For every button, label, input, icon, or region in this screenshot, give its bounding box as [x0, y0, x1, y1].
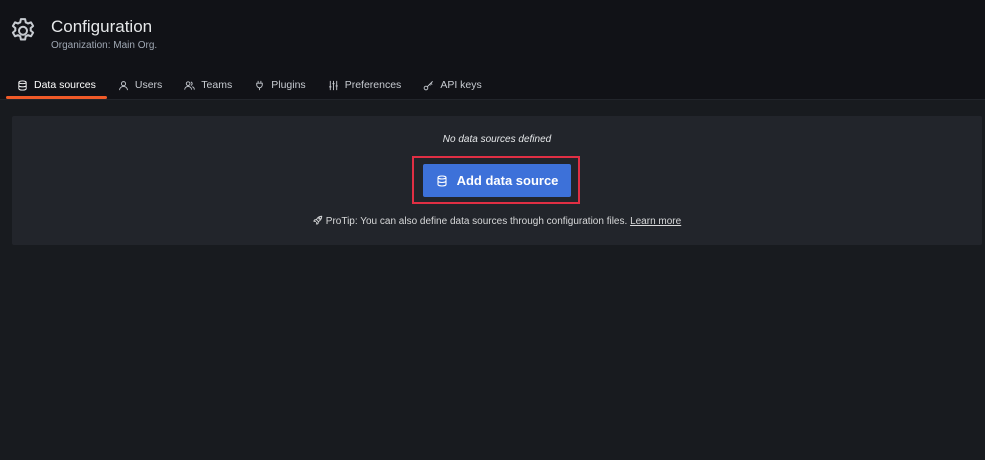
tab-api-keys[interactable]: API keys [412, 74, 492, 96]
database-icon [18, 79, 27, 91]
sliders-icon [328, 80, 338, 90]
key-icon [424, 80, 434, 90]
gear-icon [8, 16, 38, 46]
add-data-source-label: Add data source [456, 173, 559, 188]
page-subtitle: Organization: Main Org. [51, 40, 158, 51]
tab-label: Plugins [271, 79, 306, 91]
add-data-source-button[interactable]: Add data source [423, 164, 571, 197]
tab-label: Users [134, 79, 163, 91]
protip-text: ProTip: You can also define data sources… [325, 216, 628, 227]
empty-state-message: No data sources defined [442, 134, 552, 145]
page-title: Configuration [51, 17, 153, 36]
database-icon [437, 174, 447, 187]
tab-teams[interactable]: Teams [173, 74, 243, 96]
page-header: Configuration Organization: Main Org. Da… [0, 0, 985, 100]
protip: ProTip: You can also define data sources… [12, 215, 982, 227]
tab-bar: Data sources Users Teams Plugins Prefere… [6, 74, 493, 100]
rocket-icon [313, 215, 322, 225]
user-icon [119, 80, 128, 90]
tab-label: Data sources [34, 79, 96, 91]
tab-preferences[interactable]: Preferences [317, 74, 413, 96]
tab-label: Preferences [344, 79, 402, 91]
tab-data-sources[interactable]: Data sources [6, 74, 107, 99]
learn-more-link[interactable]: Learn more [630, 216, 681, 227]
tab-users[interactable]: Users [107, 74, 173, 96]
tab-label: API keys [440, 79, 482, 91]
plug-icon [256, 80, 263, 90]
empty-state-panel: No data sources defined Add data source … [12, 116, 982, 245]
users-icon [184, 80, 196, 90]
tab-label: Teams [201, 79, 233, 91]
tab-plugins[interactable]: Plugins [243, 74, 316, 96]
